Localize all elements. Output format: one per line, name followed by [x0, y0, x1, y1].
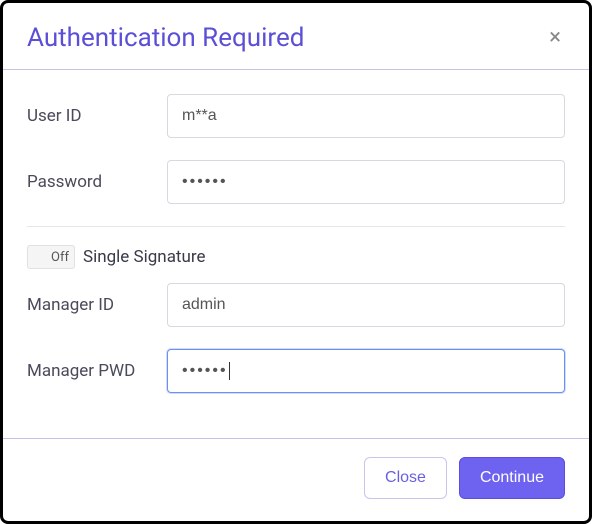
user-id-label: User ID [27, 106, 167, 126]
manager-id-label: Manager ID [27, 295, 167, 315]
password-label: Password [27, 172, 167, 192]
single-signature-row: Off Single Signature [27, 245, 565, 269]
user-id-input[interactable] [167, 94, 565, 138]
manager-id-input[interactable] [167, 283, 565, 327]
single-signature-toggle[interactable]: Off [27, 245, 75, 269]
password-value: •••••• [182, 173, 228, 191]
manager-pwd-row: Manager PWD •••••• [27, 349, 565, 393]
modal-body: User ID Password •••••• Off Single Signa… [3, 70, 589, 438]
manager-pwd-value: •••••• [182, 362, 228, 380]
toggle-state-label: Off [49, 250, 71, 265]
modal-footer: Close Continue [3, 438, 589, 521]
modal-header: Authentication Required × [3, 3, 589, 70]
password-input[interactable]: •••••• [167, 160, 565, 204]
close-icon[interactable]: × [545, 23, 565, 53]
text-caret [229, 362, 230, 380]
continue-button[interactable]: Continue [459, 457, 565, 499]
password-row: Password •••••• [27, 160, 565, 204]
single-signature-label: Single Signature [83, 247, 206, 267]
manager-pwd-input[interactable]: •••••• [167, 349, 565, 393]
close-button[interactable]: Close [364, 457, 447, 499]
section-divider [27, 226, 565, 227]
modal-title: Authentication Required [27, 23, 304, 53]
manager-pwd-label: Manager PWD [27, 361, 167, 381]
auth-modal: Authentication Required × User ID Passwo… [0, 0, 592, 524]
manager-id-row: Manager ID [27, 283, 565, 327]
user-id-row: User ID [27, 94, 565, 138]
